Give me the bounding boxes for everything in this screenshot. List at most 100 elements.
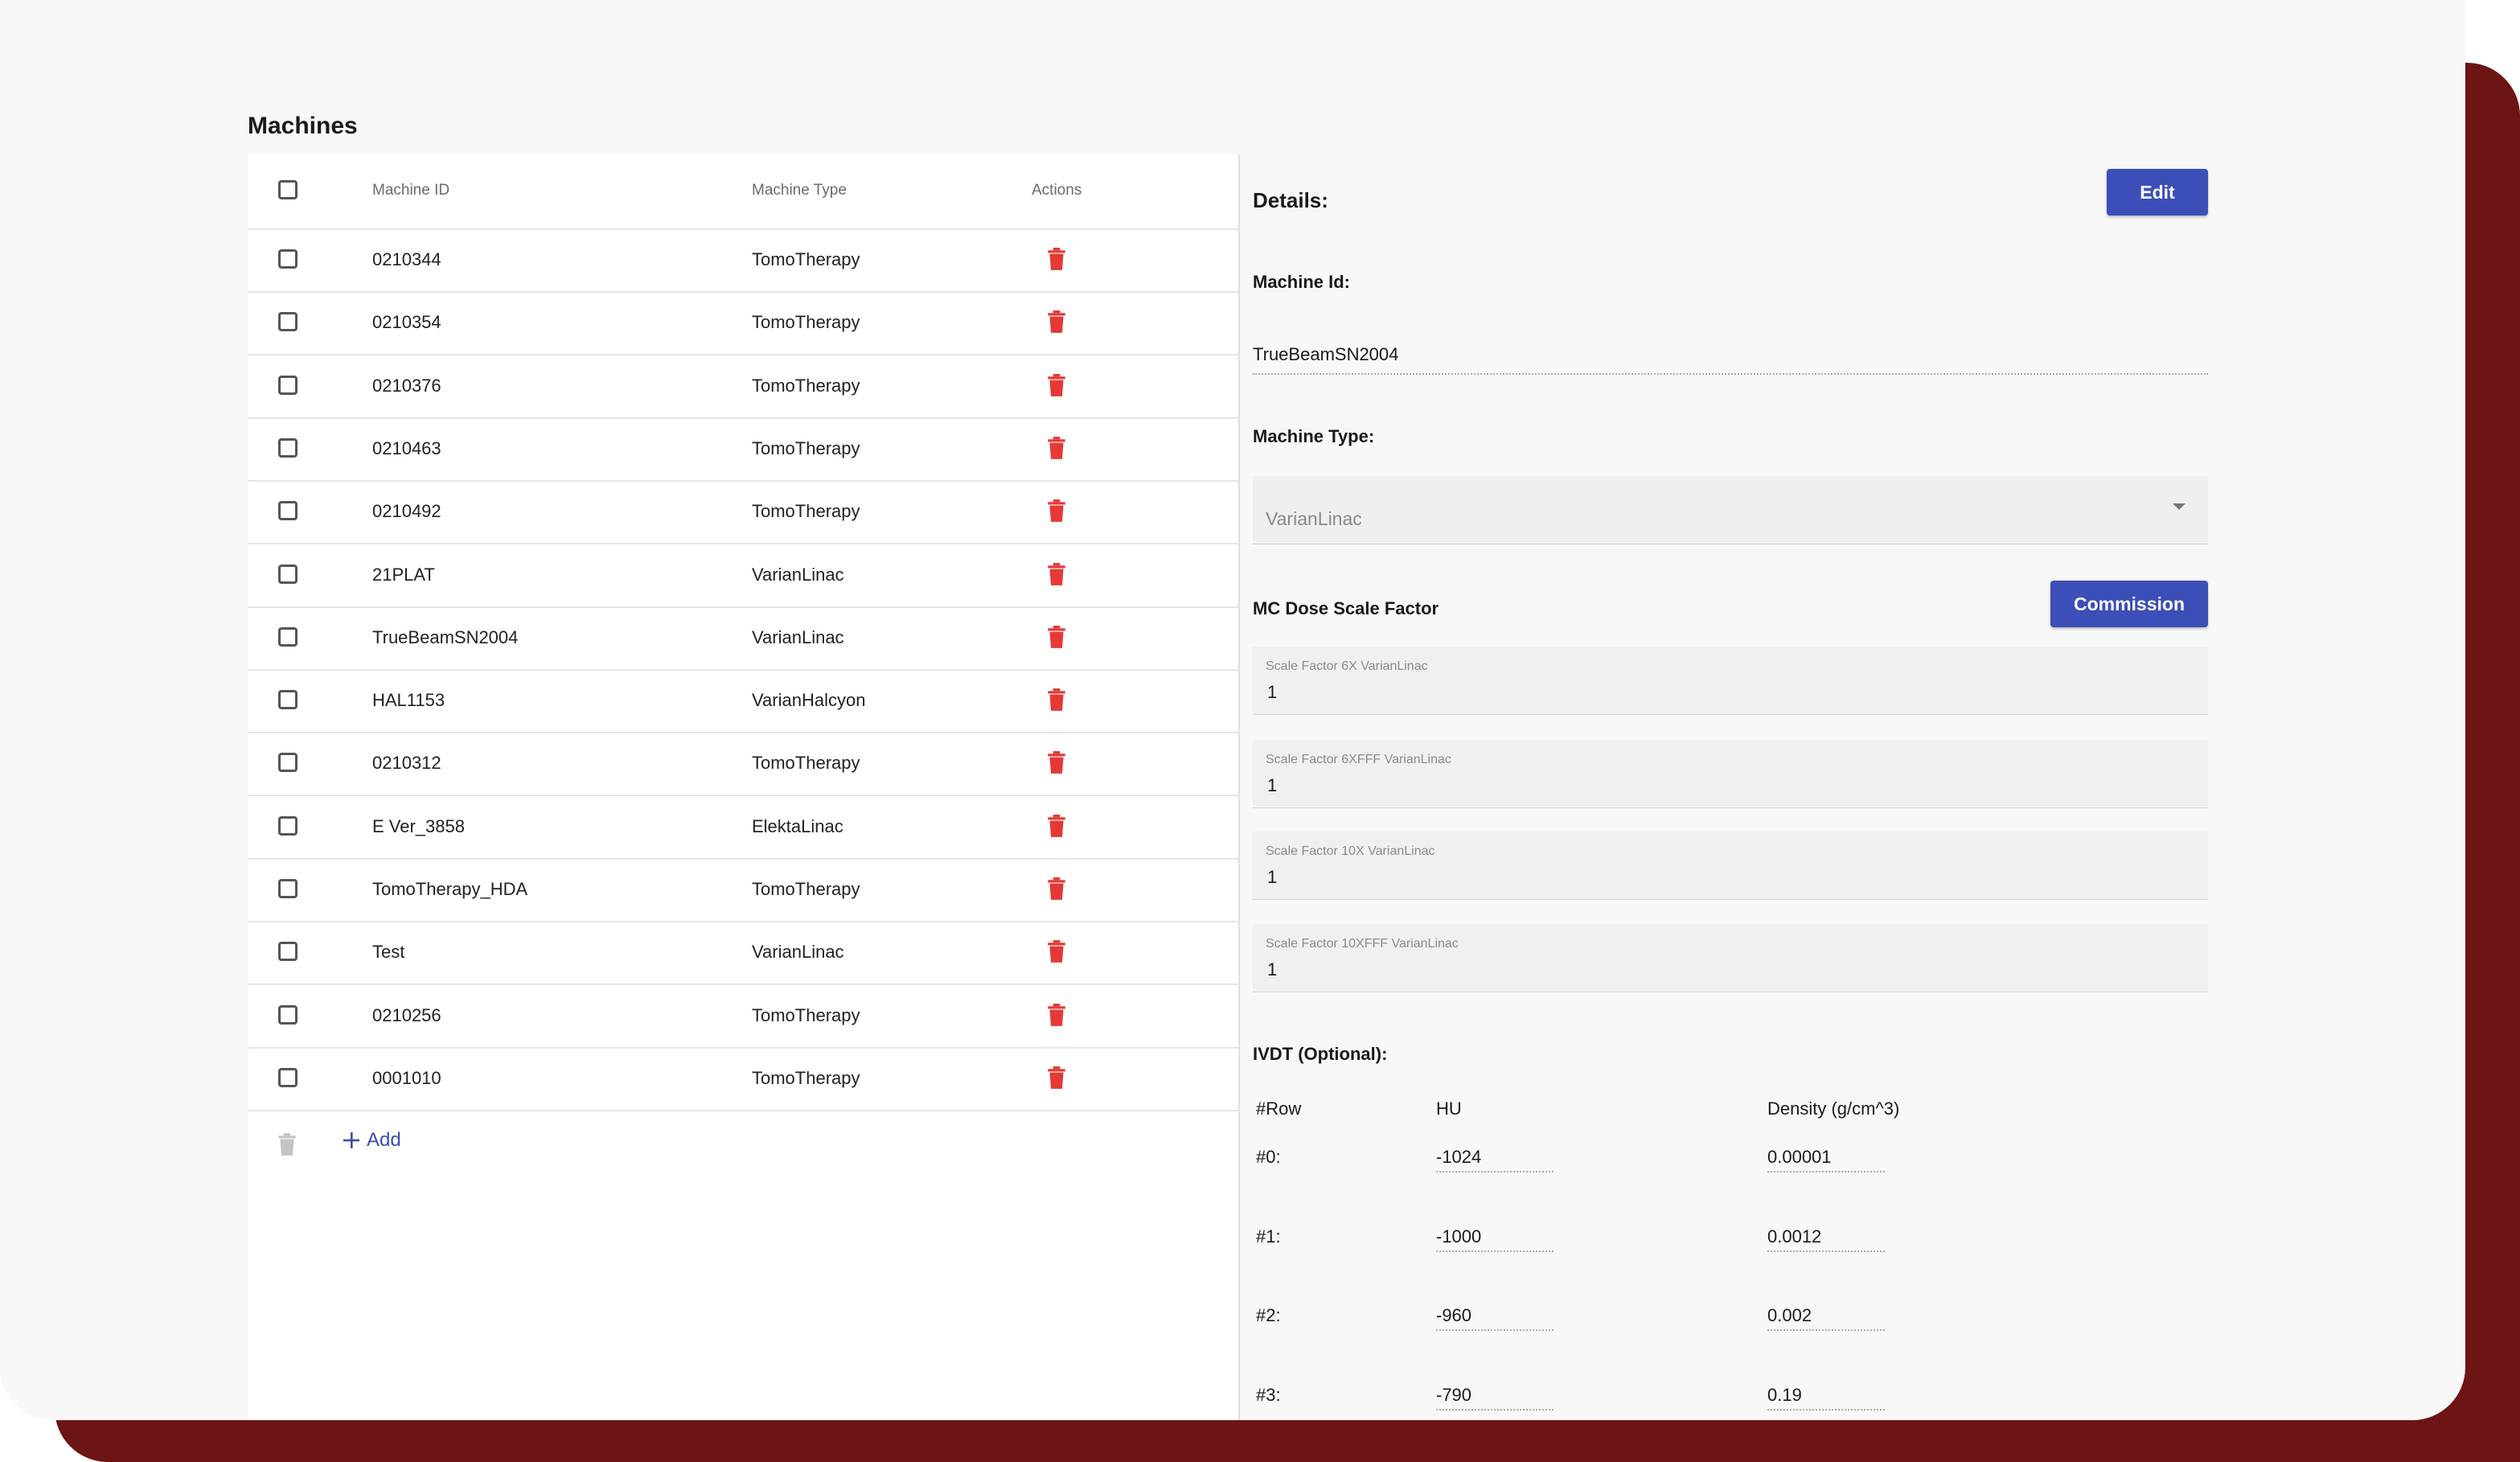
page-title: Machines [248, 113, 358, 139]
ivdt-density-input[interactable]: 0.19 [1767, 1385, 1885, 1411]
table-row[interactable]: 0001010 TomoTherapy [248, 1047, 1238, 1111]
row-checkbox[interactable] [278, 564, 298, 584]
plus-icon [343, 1132, 359, 1148]
machine-type-label: Machine Type: [1253, 426, 1375, 446]
row-checkbox[interactable] [278, 1004, 298, 1025]
row-checkbox[interactable] [278, 690, 298, 710]
delete-icon[interactable] [1046, 939, 1067, 963]
scale-factor-value: 1 [1267, 682, 1278, 702]
machine-id-cell: Test [372, 942, 405, 963]
details-title: Details: [1253, 188, 1328, 212]
scale-factor-label: Scale Factor 10X VarianLinac [1266, 844, 1435, 858]
table-row[interactable]: 0210492 TomoTherapy [248, 480, 1238, 545]
delete-icon[interactable] [1046, 750, 1067, 774]
table-row[interactable]: 0210463 TomoTherapy [248, 417, 1238, 482]
add-machine-button[interactable]: Add [341, 1129, 401, 1152]
row-checkbox[interactable] [278, 942, 298, 962]
row-checkbox[interactable] [278, 815, 298, 836]
table-row[interactable]: 0210376 TomoTherapy [248, 355, 1238, 419]
edit-button[interactable]: Edit [2107, 169, 2208, 216]
delete-icon[interactable] [1046, 688, 1067, 712]
scale-factor-value: 1 [1267, 867, 1278, 887]
bulk-delete-icon[interactable] [277, 1132, 298, 1156]
table-row[interactable]: 0210344 TomoTherapy [248, 228, 1238, 293]
row-checkbox[interactable] [278, 312, 298, 332]
delete-icon[interactable] [1046, 1003, 1067, 1027]
ivdt-row-label: #3: [1256, 1384, 1281, 1405]
machine-id-field[interactable]: TrueBeamSN2004 [1253, 344, 2208, 375]
table-row[interactable]: E Ver_3858 ElektaLinac [248, 795, 1238, 860]
app-window: Machines Machine ID Machine Type Actions… [0, 0, 2465, 1420]
machine-id-cell: 0210256 [372, 1004, 441, 1025]
ivdt-header-hu: HU [1436, 1099, 1462, 1119]
row-checkbox[interactable] [278, 249, 298, 269]
delete-icon[interactable] [1046, 373, 1067, 397]
ivdt-hu-input[interactable]: -960 [1436, 1305, 1553, 1331]
ivdt-row-label: #0: [1256, 1147, 1281, 1167]
select-all-checkbox[interactable] [278, 180, 298, 199]
machine-id-cell: HAL1153 [372, 690, 445, 711]
row-checkbox[interactable] [278, 626, 298, 647]
machine-id-cell: 0210354 [372, 312, 441, 333]
table-row[interactable]: Test VarianLinac [248, 921, 1238, 986]
ivdt-density-input[interactable]: 0.00001 [1767, 1147, 1885, 1172]
table-row[interactable]: TomoTherapy_HDA TomoTherapy [248, 858, 1238, 922]
table-footer: Add [248, 1110, 1238, 1179]
column-header-actions: Actions [1032, 182, 1082, 199]
delete-icon[interactable] [1046, 436, 1067, 460]
column-header-machine-type[interactable]: Machine Type [752, 182, 847, 199]
row-checkbox[interactable] [278, 501, 298, 521]
machine-type-cell: TomoTherapy [752, 375, 860, 396]
machine-id-label: Machine Id: [1253, 272, 1351, 292]
machine-type-cell: TomoTherapy [752, 879, 860, 899]
machine-type-cell: VarianHalcyon [752, 690, 866, 711]
machine-type-cell: TomoTherapy [752, 753, 860, 774]
scale-factor-value: 1 [1267, 775, 1278, 795]
commission-button[interactable]: Commission [2050, 581, 2208, 627]
machine-type-cell: TomoTherapy [752, 312, 860, 333]
row-checkbox[interactable] [278, 1067, 298, 1087]
details-panel: Details: Edit Machine Id: TrueBeamSN2004… [1238, 154, 2465, 1420]
table-row[interactable]: 21PLAT VarianLinac [248, 544, 1238, 608]
table-row[interactable]: 0210256 TomoTherapy [248, 984, 1238, 1049]
dropdown-arrow-icon [2173, 503, 2186, 510]
delete-icon[interactable] [1046, 499, 1067, 523]
ivdt-density-input[interactable]: 0.0012 [1767, 1226, 1885, 1252]
machines-table: Machine ID Machine Type Actions 0210344 T… [248, 154, 1238, 1420]
scale-factor-field[interactable]: Scale Factor 10X VarianLinac 1 [1253, 832, 2208, 900]
machine-id-cell: E Ver_3858 [372, 815, 465, 836]
table-row[interactable]: TrueBeamSN2004 VarianLinac [248, 606, 1238, 671]
column-header-machine-id[interactable]: Machine ID [372, 182, 449, 199]
machine-id-cell: 0210492 [372, 501, 441, 522]
row-checkbox[interactable] [278, 879, 298, 898]
delete-icon[interactable] [1046, 562, 1067, 586]
delete-icon[interactable] [1046, 877, 1067, 901]
scale-factor-field[interactable]: Scale Factor 10XFFF VarianLinac 1 [1253, 924, 2208, 992]
row-checkbox[interactable] [278, 375, 298, 395]
table-row[interactable]: 0210312 TomoTherapy [248, 732, 1238, 797]
machine-type-select[interactable]: VarianLinac [1253, 476, 2208, 544]
delete-icon[interactable] [1046, 1066, 1067, 1090]
ivdt-density-input[interactable]: 0.002 [1767, 1305, 1885, 1331]
mc-dose-scale-factor-label: MC Dose Scale Factor [1253, 598, 1439, 618]
machine-id-cell: 0210463 [372, 437, 441, 458]
table-header: Machine ID Machine Type Actions [248, 154, 1238, 230]
ivdt-hu-input[interactable]: -1000 [1436, 1226, 1553, 1252]
ivdt-hu-input[interactable]: -1024 [1436, 1147, 1553, 1172]
table-row[interactable]: HAL1153 VarianHalcyon [248, 669, 1238, 734]
table-row[interactable]: 0210354 TomoTherapy [248, 291, 1238, 356]
machine-id-cell: 0210312 [372, 753, 441, 774]
machine-type-cell: VarianLinac [752, 942, 844, 963]
delete-icon[interactable] [1046, 814, 1067, 838]
ivdt-hu-input[interactable]: -790 [1436, 1385, 1553, 1411]
machine-type-cell: TomoTherapy [752, 1067, 860, 1088]
row-checkbox[interactable] [278, 437, 298, 458]
add-label: Add [367, 1129, 401, 1151]
delete-icon[interactable] [1046, 625, 1067, 649]
scale-factor-field[interactable]: Scale Factor 6X VarianLinac 1 [1253, 647, 2208, 715]
machine-type-value: VarianLinac [1266, 508, 1362, 529]
scale-factor-field[interactable]: Scale Factor 6XFFF VarianLinac 1 [1253, 740, 2208, 808]
delete-icon[interactable] [1046, 310, 1067, 334]
row-checkbox[interactable] [278, 753, 298, 773]
delete-icon[interactable] [1046, 247, 1067, 271]
